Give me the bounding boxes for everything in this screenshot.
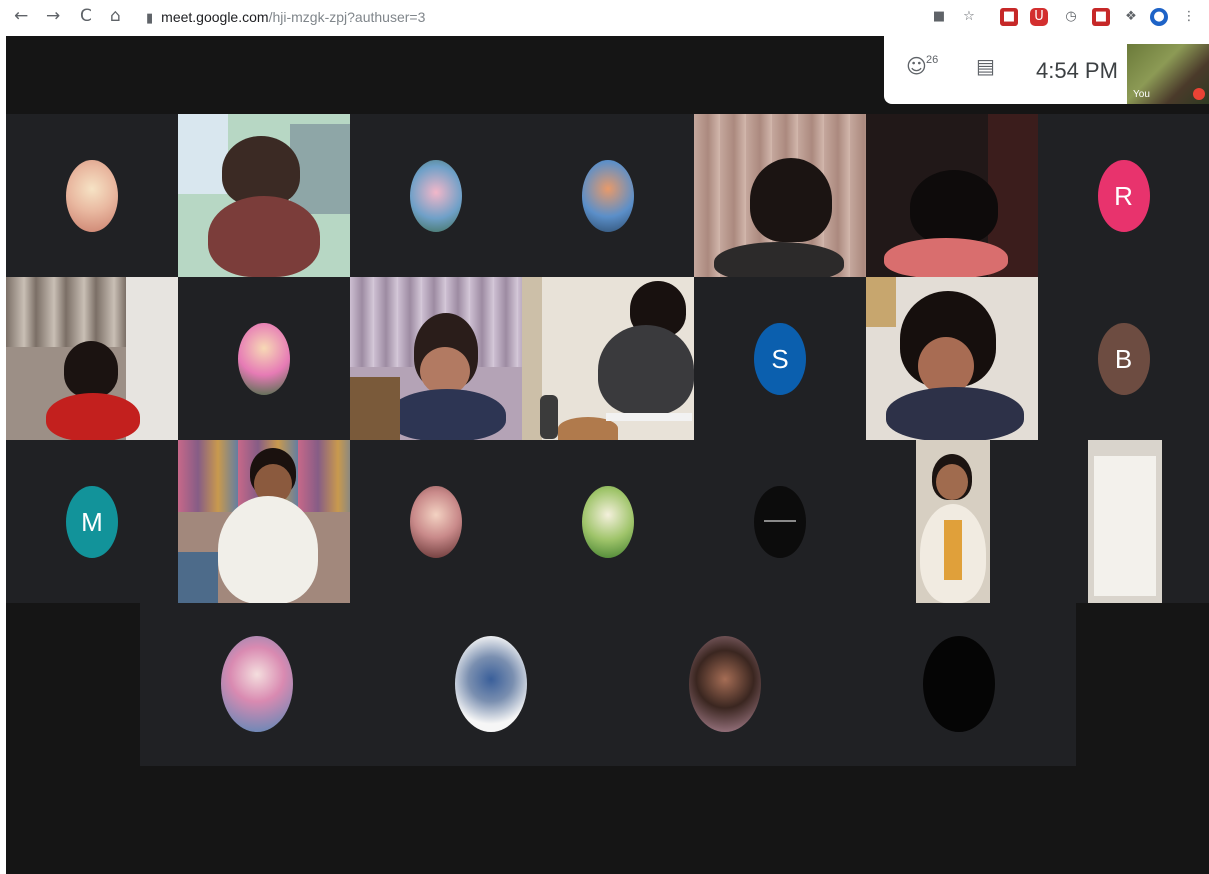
avatar-letter-m: M [66, 485, 118, 558]
avatar-letter-b: B [1097, 322, 1150, 395]
call-header: ☺ 26 ▤ 4:54 PM You [884, 36, 1209, 104]
avatar-letter-r: R [1097, 159, 1150, 232]
address-bar[interactable]: ▮ meet.google.com/hji-mzgk-zpj?authuser=3 [146, 8, 425, 27]
participant-video[interactable] [6, 277, 178, 440]
avatar [66, 159, 118, 232]
bottom-strip [6, 766, 1209, 874]
avatar [410, 485, 462, 558]
meet-call-area: ☺ 26 ▤ 4:54 PM You R S B M [6, 36, 1209, 874]
forward-icon[interactable]: → [46, 6, 60, 26]
participant-tile[interactable] [350, 114, 522, 277]
home-icon[interactable]: ⌂ [110, 6, 121, 26]
participant-tile[interactable]: S [694, 277, 866, 440]
extension-ublock-icon[interactable]: U [1030, 8, 1048, 26]
avatar [582, 159, 634, 232]
avatar [221, 636, 293, 732]
extension-clock-icon[interactable]: ◷ [1062, 8, 1080, 26]
star-icon[interactable]: ☆ [960, 8, 978, 26]
extensions-puzzle-icon[interactable]: ❖ [1122, 8, 1140, 26]
back-icon[interactable]: ← [14, 6, 28, 26]
participant-video[interactable] [866, 277, 1038, 440]
participant-video[interactable] [694, 114, 866, 277]
participant-video [916, 440, 990, 603]
url-host: meet.google.com [161, 9, 269, 25]
participant-tile[interactable]: M [6, 440, 178, 603]
participant-tile[interactable] [178, 277, 350, 440]
meeting-time: 4:54 PM [1036, 58, 1118, 83]
extension-red-icon[interactable]: ■ [1092, 8, 1110, 26]
empty-strip-left [6, 603, 140, 766]
participant-tile[interactable]: R [1038, 114, 1209, 277]
participant-tile[interactable] [608, 603, 842, 766]
reload-icon[interactable]: C [80, 6, 92, 26]
self-label: You [1133, 89, 1150, 100]
participant-tile[interactable] [522, 440, 694, 603]
participant-tile[interactable] [842, 603, 1076, 766]
avatar [582, 485, 634, 558]
browser-toolbar: ← → C ⌂ ▮ meet.google.com/hji-mzgk-zpj?au… [0, 0, 1209, 36]
extension-shield-icon[interactable]: ■ [1000, 8, 1018, 26]
participant-tile[interactable] [140, 603, 374, 766]
participant-tile[interactable] [350, 440, 522, 603]
self-view[interactable]: You [1127, 44, 1209, 104]
participant-tile[interactable]: B [1038, 277, 1209, 440]
mic-off-icon [1193, 88, 1205, 100]
participant-video[interactable] [178, 114, 350, 277]
avatar [455, 636, 527, 732]
avatar [238, 322, 290, 395]
avatar [689, 636, 761, 732]
url-path: /hji-mzgk-zpj?authuser=3 [268, 9, 426, 25]
participant-tile[interactable] [6, 114, 178, 277]
participant-tile[interactable] [522, 114, 694, 277]
participant-tile[interactable] [866, 440, 1038, 603]
participant-video[interactable] [522, 277, 694, 440]
camera-blocked-icon[interactable]: ■ [930, 8, 948, 26]
participant-video[interactable] [350, 277, 522, 440]
menu-icon[interactable]: ⋮ [1180, 8, 1198, 26]
participant-tile[interactable] [374, 603, 608, 766]
avatar [754, 485, 806, 558]
empty-strip-right [1076, 603, 1209, 766]
participant-video[interactable] [178, 440, 350, 603]
chat-icon[interactable]: ▤ [976, 54, 995, 78]
avatar [410, 159, 462, 232]
participant-count: 26 [926, 54, 939, 66]
participant-video[interactable] [866, 114, 1038, 277]
lock-icon: ▮ [146, 10, 154, 25]
participant-video [1088, 440, 1162, 603]
participant-tile[interactable] [694, 440, 866, 603]
people-icon[interactable]: ☺ [906, 54, 927, 78]
participant-tile[interactable] [1038, 440, 1209, 603]
avatar-letter-s: S [754, 322, 806, 395]
extension-blue-icon[interactable]: ● [1150, 8, 1168, 26]
avatar [923, 636, 995, 732]
